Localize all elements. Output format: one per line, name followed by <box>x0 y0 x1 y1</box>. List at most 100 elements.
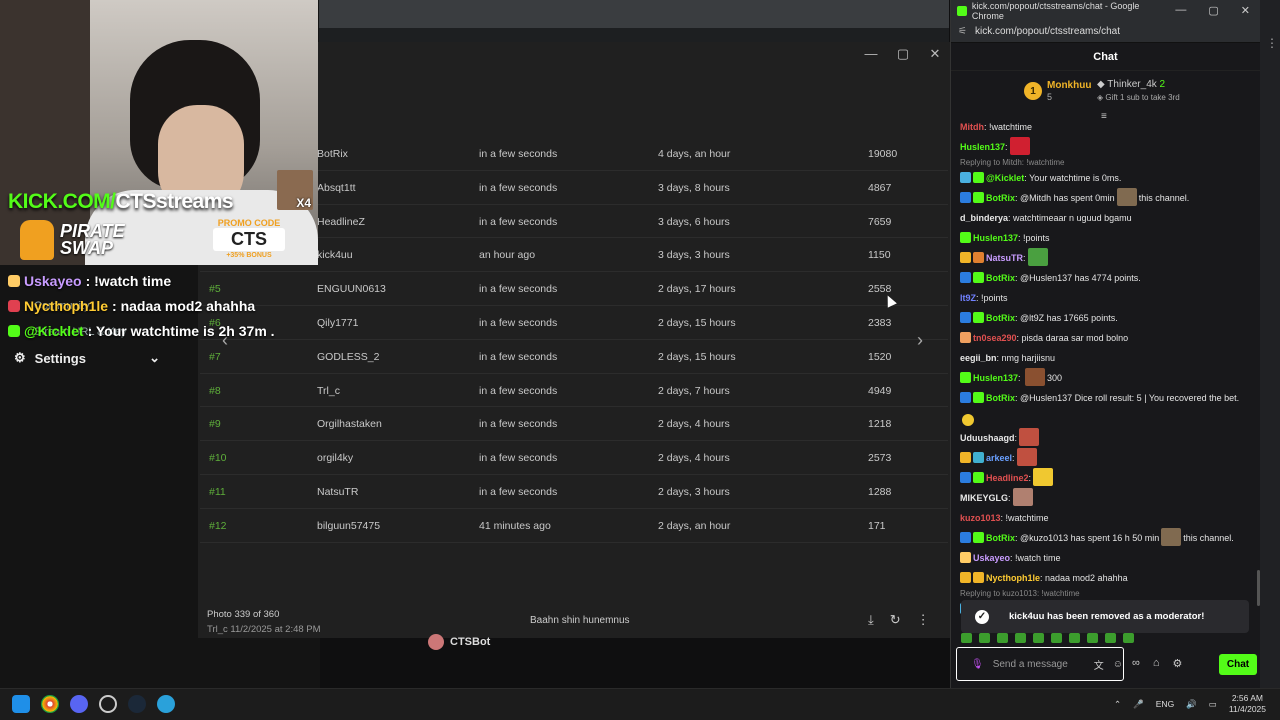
microphone-tray-icon[interactable]: 🎤 <box>1133 699 1144 710</box>
settings-menu-item[interactable]: ⚙ Settings ⌄ <box>14 350 160 366</box>
more-menu-icon[interactable]: ⋮ <box>1266 36 1278 50</box>
network-icon[interactable]: ▭ <box>1209 699 1217 710</box>
watch-time-cell: 4 days, an hour <box>658 148 731 160</box>
chat-username[interactable]: Mitdh <box>960 122 984 132</box>
kicks-icon[interactable]: ∞ <box>1132 657 1140 670</box>
chat-username[interactable]: Huslen137 <box>973 373 1018 383</box>
emoji-icon[interactable]: ☺ <box>1113 659 1123 670</box>
badge-icon <box>960 572 971 583</box>
clock[interactable]: 2:56 AM 11/4/2025 <box>1229 693 1266 715</box>
chevron-up-icon[interactable]: ⌃ <box>1114 699 1121 710</box>
quick-emote-icon[interactable] <box>1123 633 1134 643</box>
emote-icon <box>1033 468 1054 486</box>
chat-username[interactable]: tn0sea290 <box>973 333 1017 343</box>
chat-username[interactable]: BotRix <box>986 533 1015 543</box>
second-name: Thinker_4k <box>1107 79 1157 90</box>
minimize-icon[interactable]: — <box>864 46 878 62</box>
next-photo-button[interactable]: › <box>917 330 923 351</box>
maximize-icon[interactable]: ▢ <box>1208 4 1218 17</box>
send-chat-button[interactable]: Chat <box>1219 654 1257 675</box>
chat-username[interactable]: eegii_bn <box>960 353 997 363</box>
url-text[interactable]: kick.com/popout/ctsstreams/chat <box>975 26 1120 37</box>
chat-text: : @Huslen137 has 4774 points. <box>1015 273 1141 283</box>
quick-emote-icon[interactable] <box>1015 633 1026 643</box>
first-value: 5 <box>1047 92 1053 102</box>
steam-icon[interactable] <box>128 695 146 713</box>
chat-username[interactable]: Uskayeo <box>973 553 1010 563</box>
quick-emote-icon[interactable] <box>1105 633 1116 643</box>
chat-username[interactable]: Headline2 <box>986 473 1029 483</box>
quick-emote-icon[interactable] <box>979 633 990 643</box>
viewer-toolbar: ⤓ ↻ ⋮ <box>868 612 930 628</box>
promo-code: CTS <box>213 228 285 251</box>
site-info-icon[interactable]: ⚟ <box>958 26 967 37</box>
user-cell: ENGUUN0613 <box>317 283 386 296</box>
quick-emote-icon[interactable] <box>997 633 1008 643</box>
gift-icon[interactable]: ⌂ <box>1153 657 1160 670</box>
chat-username[interactable]: Uduushaagd <box>960 433 1015 443</box>
user-cell: kick4uu <box>317 249 353 262</box>
address-bar[interactable]: ⚟ kick.com/popout/ctsstreams/chat <box>951 21 1260 43</box>
volume-icon[interactable]: 🔊 <box>1186 699 1197 710</box>
language-indicator[interactable]: ENG <box>1156 699 1174 709</box>
quick-emote-icon[interactable] <box>1033 633 1044 643</box>
chat-username[interactable]: d_binderya <box>960 213 1008 223</box>
quick-emote-bar <box>961 633 1134 643</box>
viewer-window-controls: — ▢ ✕ <box>864 46 942 62</box>
chevron-down-icon: ⌄ <box>149 350 160 365</box>
badge-icon <box>960 252 971 263</box>
chat-username[interactable]: Huslen137 <box>973 233 1018 243</box>
gear-icon[interactable]: ⚙ <box>1173 657 1183 670</box>
chat-username[interactable]: Nycthoph1le <box>986 573 1040 583</box>
count-cell: 1150 <box>868 249 891 262</box>
windows-start-icon[interactable] <box>12 695 30 713</box>
chat-username[interactable]: Huslen137 <box>960 142 1005 152</box>
chat-username[interactable]: kuzo1013 <box>960 513 1001 523</box>
microphone-icon[interactable]: 🎙 <box>971 659 984 670</box>
overlay-username: @Kicklet <box>24 322 84 339</box>
table-row: #7 GODLESS_2 in a few seconds 2 days, 15 ho… <box>200 340 948 374</box>
watch-time-cell: 2 days, 15 hours <box>658 316 736 329</box>
gift-prompt[interactable]: ◈ Gift 1 sub to take 3rd <box>1097 91 1180 104</box>
promo-box: PROMO CODE CTS +35% BONUS <box>213 218 285 259</box>
badge-icon <box>973 572 984 583</box>
chat-username[interactable]: arkeel <box>986 453 1012 463</box>
user-cell: orgil4ky <box>317 452 354 465</box>
translate-icon[interactable]: 文 <box>1094 657 1104 672</box>
quick-emote-icon[interactable] <box>961 633 972 643</box>
silver-medal-icon: ◆ <box>1097 79 1108 90</box>
badge-icon <box>960 392 971 403</box>
badge-icon <box>960 552 971 563</box>
more-options-icon[interactable]: ⋮ <box>917 612 930 628</box>
badge-icon <box>960 332 971 343</box>
telegram-icon[interactable] <box>157 695 175 713</box>
rotate-icon[interactable]: ↻ <box>890 612 901 628</box>
quick-emote-icon[interactable] <box>1069 633 1080 643</box>
chat-message: NatsuTR: <box>960 248 1250 268</box>
system-tray: ⌃ 🎤 ENG 🔊 ▭ 2:56 AM 11/4/2025 <box>1114 693 1266 715</box>
obs-icon[interactable] <box>99 695 117 713</box>
chat-text: : !watchtime <box>1000 513 1049 523</box>
discord-icon[interactable] <box>70 695 88 713</box>
close-icon[interactable]: ✕ <box>928 46 942 62</box>
chat-username[interactable]: @Kicklet <box>986 173 1024 183</box>
chat-username[interactable]: BotRix <box>986 273 1015 283</box>
chat-input-box[interactable]: 🎙 文 ☺ <box>956 647 1124 681</box>
quick-emote-icon[interactable] <box>1087 633 1098 643</box>
chat-text: : nadaa mod2 ahahha <box>1040 573 1128 583</box>
chat-text: : <box>1023 253 1026 263</box>
minimize-icon[interactable]: — <box>1175 4 1186 17</box>
chat-username[interactable]: BotRix <box>986 313 1015 323</box>
chat-username[interactable]: lt9Z <box>960 293 976 303</box>
chat-username[interactable]: BotRix <box>986 193 1015 203</box>
download-icon[interactable]: ⤓ <box>868 612 874 628</box>
maximize-icon[interactable]: ▢ <box>896 46 910 62</box>
chat-username[interactable]: NatsuTR <box>986 253 1023 263</box>
chat-message-input[interactable] <box>992 658 1085 670</box>
quick-emote-icon[interactable] <box>1051 633 1062 643</box>
close-icon[interactable]: ✕ <box>1241 4 1250 17</box>
chat-username[interactable]: BotRix <box>986 393 1015 403</box>
chat-username[interactable]: MIKEYGLG <box>960 493 1008 503</box>
chrome-icon[interactable] <box>41 695 59 713</box>
chat-text: : @kuzo1013 has spent 16 h 50 min <box>1015 533 1160 543</box>
